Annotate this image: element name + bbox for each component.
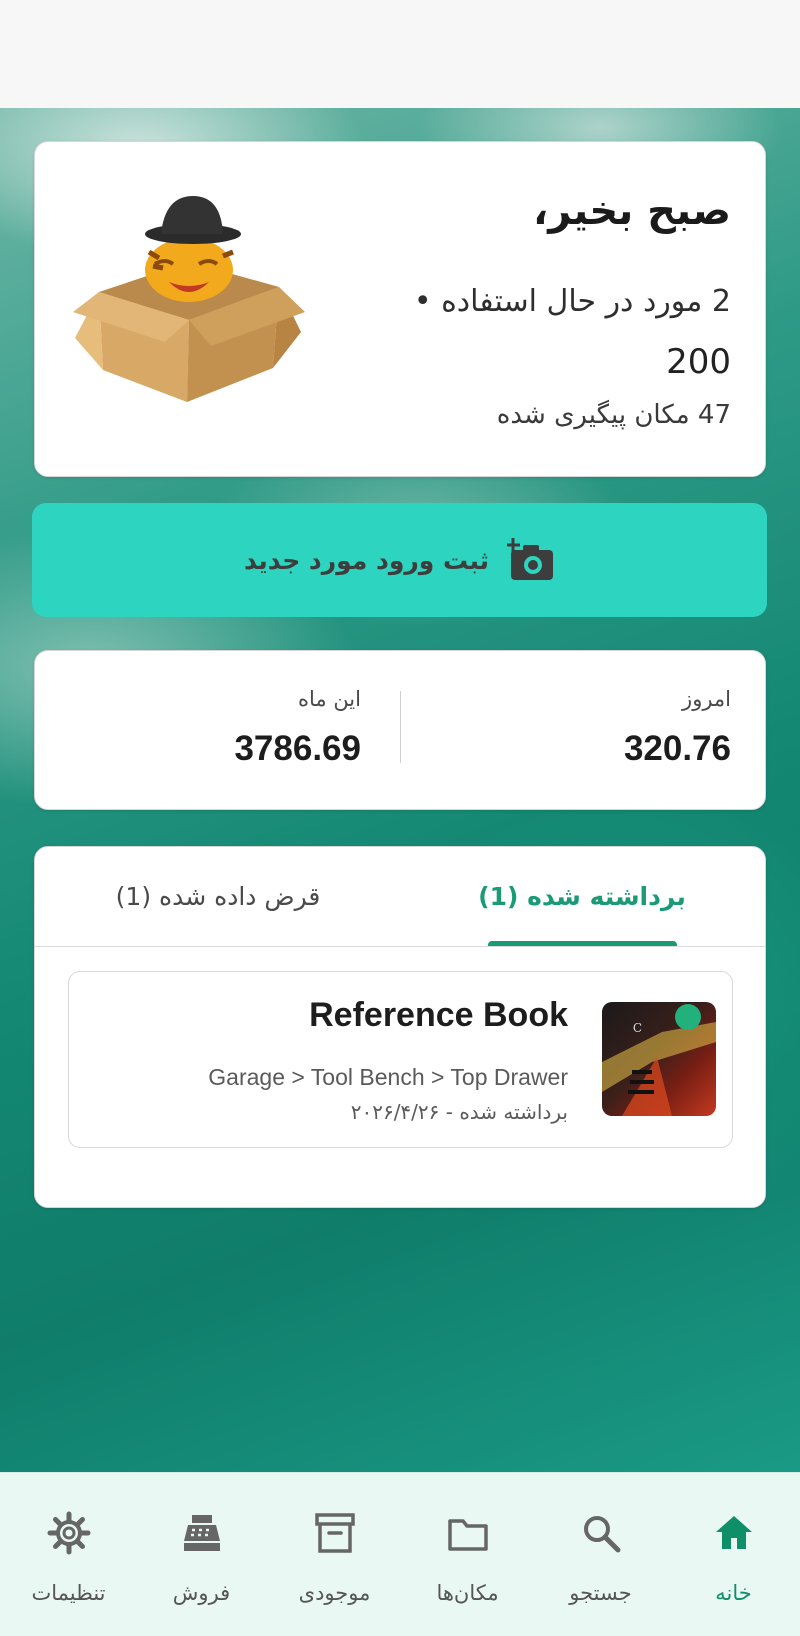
item-date: برداشته شده - ۲۰۲۶/۴/۲۶	[350, 1100, 568, 1124]
status-bar	[0, 0, 800, 108]
greeting-title: صبح بخیر،	[533, 188, 731, 234]
items-in-use-text: 2 مورد در حال استفاده •	[413, 284, 731, 319]
book-cover-icon: C	[602, 1004, 716, 1116]
item-title: Reference Book	[309, 996, 568, 1034]
add-item-label: ثبت ورود مورد جدید	[243, 545, 490, 575]
month-value: 3786.69	[234, 729, 361, 768]
add-item-button[interactable]: ثبت ورود مورد جدید	[32, 503, 767, 617]
greeting-card: صبح بخیر، 2 مورد در حال استفاده • 200 47…	[34, 141, 766, 477]
item-location-path: Garage > Tool Bench > Top Drawer	[208, 1064, 568, 1090]
nav-settings-label: تنظیمات	[31, 1581, 106, 1605]
add-photo-icon	[507, 538, 554, 580]
stat-today: امروز 320.76	[405, 651, 765, 811]
gear-icon	[47, 1511, 90, 1555]
svg-text:C: C	[633, 1021, 642, 1035]
stats-divider	[400, 691, 401, 763]
mascot-box-illustration	[73, 196, 305, 402]
cash-register-icon	[183, 1515, 220, 1551]
tab-loaned[interactable]: قرض داده شده (1)	[35, 847, 401, 945]
items-tabs-card: برداشته شده (1) قرض داده شده (1) C Refer…	[34, 846, 766, 1208]
stat-month: این ماه 3786.69	[35, 651, 395, 811]
nav-search-label: جستجو	[569, 1581, 632, 1605]
nav-home-label: خانه	[715, 1581, 752, 1605]
today-value: 320.76	[623, 729, 731, 768]
today-label: امروز	[682, 687, 731, 711]
nav-locations-label: مکان‌ها	[436, 1581, 499, 1605]
search-icon	[583, 1516, 620, 1553]
locations-text: 47 مکان پیگیری شده	[496, 400, 731, 430]
tabs-divider	[35, 946, 765, 947]
tab-picked-up[interactable]: برداشته شده (1)	[399, 847, 765, 945]
home-icon	[715, 1516, 752, 1549]
archive-icon	[314, 1513, 355, 1553]
count-text: 200	[666, 342, 731, 382]
month-label: این ماه	[298, 687, 361, 711]
nav-search[interactable]: جستجو	[534, 1473, 667, 1636]
list-item[interactable]: C Reference Book Garage > Tool Bench > T…	[68, 971, 733, 1148]
nav-settings[interactable]: تنظیمات	[2, 1473, 135, 1636]
nav-sales-label: فروش	[172, 1581, 231, 1605]
nav-home[interactable]: خانه	[667, 1473, 800, 1636]
item-thumbnail: C	[602, 1002, 716, 1116]
nav-inventory-label: موجودی	[298, 1581, 371, 1605]
nav-inventory[interactable]: موجودی	[268, 1473, 401, 1636]
nav-locations[interactable]: مکان‌ها	[401, 1473, 534, 1636]
stats-card: امروز 320.76 این ماه 3786.69	[34, 650, 766, 810]
folder-icon	[447, 1519, 488, 1551]
bottom-navigation: خانه جستجو مکان‌ها موجودی فروش	[0, 1472, 800, 1636]
nav-sales[interactable]: فروش	[135, 1473, 268, 1636]
